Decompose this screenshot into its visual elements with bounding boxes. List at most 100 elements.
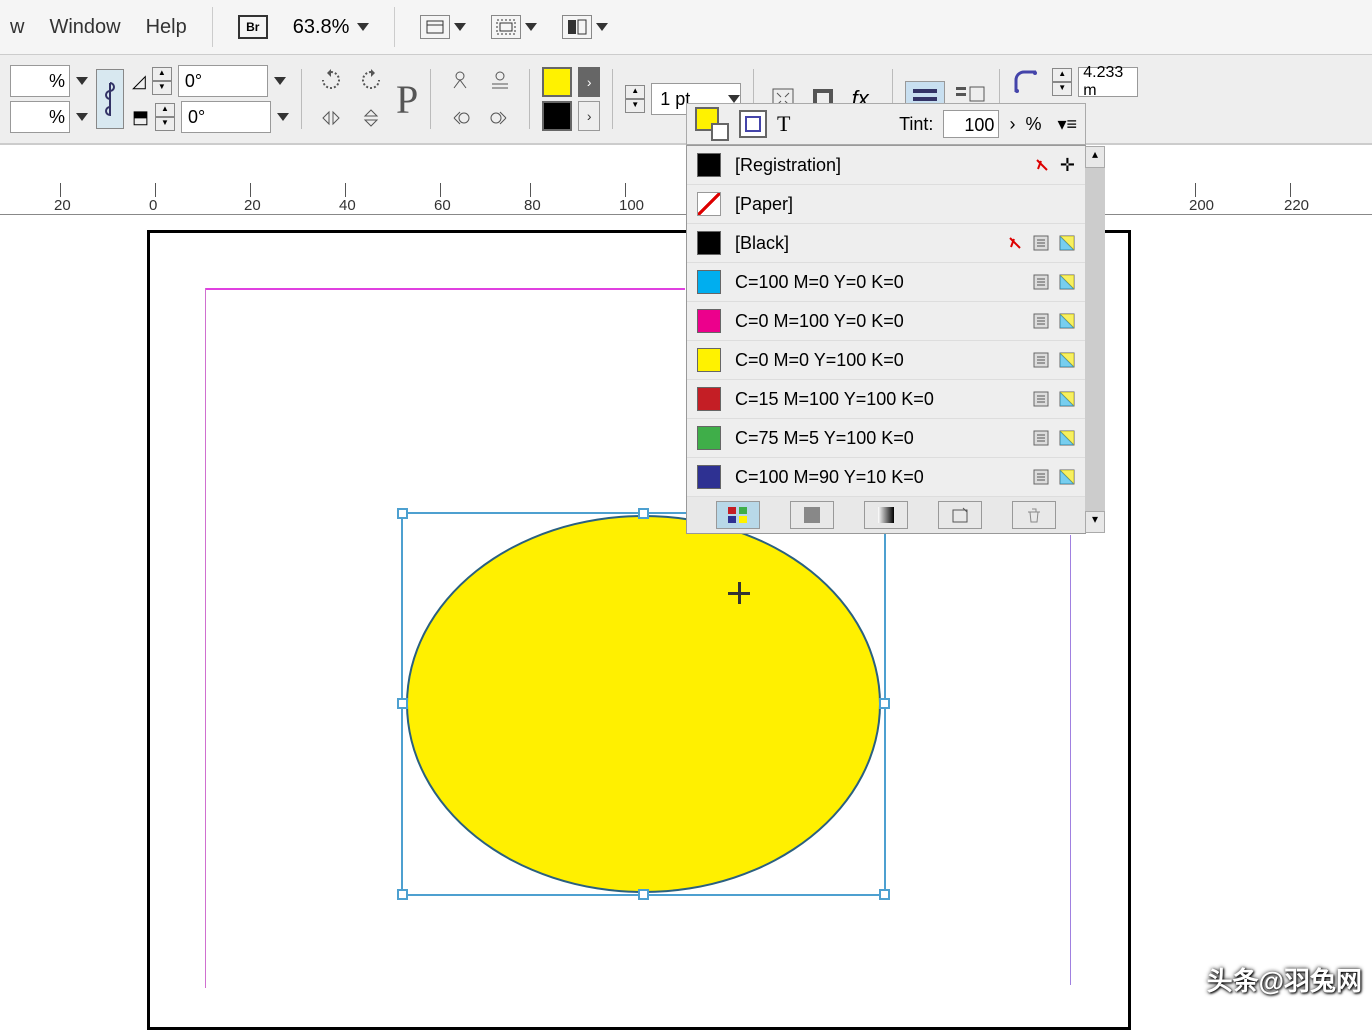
resize-handle[interactable] (638, 508, 649, 519)
resize-handle[interactable] (397, 698, 408, 709)
swatch-row[interactable]: C=100 M=90 Y=10 K=0 (687, 458, 1085, 497)
resize-handle[interactable] (638, 889, 649, 900)
screen-mode[interactable] (491, 15, 537, 39)
chevron-down-icon (454, 23, 466, 31)
chevron-down-icon (277, 113, 289, 121)
scale-x-input[interactable]: % (10, 65, 70, 97)
bridge-icon[interactable]: Br (238, 15, 268, 39)
swatch-row[interactable]: C=75 M=5 Y=100 K=0 (687, 419, 1085, 458)
rotate-cw-icon[interactable] (354, 63, 388, 97)
stroke-options-button[interactable]: › (578, 101, 600, 131)
swatch-color-icon (697, 270, 721, 294)
menu-view[interactable]: w (10, 16, 24, 39)
process-color-icon (1033, 352, 1049, 368)
paragraph-icon: P (396, 76, 418, 123)
swatch-badges (1033, 352, 1075, 368)
select-next-icon[interactable] (483, 101, 517, 135)
menu-help[interactable]: Help (146, 16, 187, 39)
swatch-name: C=0 M=100 Y=0 K=0 (735, 311, 1019, 332)
registration-icon: ✛ (1060, 155, 1075, 176)
resize-handle[interactable] (397, 508, 408, 519)
arrange-documents[interactable] (562, 15, 608, 39)
fill-color-swatch[interactable] (542, 67, 572, 97)
chevron-down-icon (76, 77, 88, 85)
angle-stepper-top[interactable]: ▲▼ (152, 67, 172, 95)
swatch-popup-header: T Tint: 100 › % ▾≡ (686, 103, 1086, 145)
select-prev-icon[interactable] (443, 101, 477, 135)
select-container-icon[interactable] (443, 63, 477, 97)
panel-menu-icon[interactable]: ▾≡ (1057, 114, 1077, 135)
show-color-swatches-button[interactable] (790, 501, 834, 529)
fill-options-button[interactable]: › (578, 67, 600, 97)
swatch-badges (1033, 391, 1075, 407)
swatch-color-icon (697, 309, 721, 333)
tint-arrow[interactable]: › (1009, 114, 1015, 135)
swatch-badges (1033, 313, 1075, 329)
selection-bounding-box[interactable] (401, 512, 886, 896)
swatch-row[interactable]: [Registration]✛ (687, 146, 1085, 185)
swatch-name: [Paper] (735, 194, 1061, 215)
cmyk-icon (1059, 313, 1075, 329)
chevron-down-icon (76, 113, 88, 121)
formatting-container-icon[interactable] (739, 110, 767, 138)
swatch-badges: ✛ (1034, 155, 1075, 176)
scale-y-input[interactable]: % (10, 101, 70, 133)
scrollbar[interactable]: ▴ ▾ (1085, 146, 1105, 533)
swatch-row[interactable]: C=15 M=100 Y=100 K=0 (687, 380, 1085, 419)
swatch-color-icon (697, 153, 721, 177)
delete-swatch-button[interactable] (1012, 501, 1056, 529)
coord-stepper[interactable]: ▲▼ (1052, 68, 1072, 96)
process-color-icon (1033, 391, 1049, 407)
swatch-name: C=75 M=5 Y=100 K=0 (735, 428, 1019, 449)
angle-stepper-bottom[interactable]: ▲▼ (155, 103, 175, 131)
swatch-row[interactable]: C=0 M=100 Y=0 K=0 (687, 302, 1085, 341)
stroke-weight-stepper[interactable]: ▲▼ (625, 85, 645, 113)
scroll-down-button[interactable]: ▾ (1085, 511, 1105, 533)
swatch-name: C=0 M=0 Y=100 K=0 (735, 350, 1019, 371)
swatch-name: C=100 M=90 Y=10 K=0 (735, 467, 1019, 488)
show-all-swatches-button[interactable] (716, 501, 760, 529)
show-gradient-swatches-button[interactable] (864, 501, 908, 529)
chevron-down-icon (525, 23, 537, 31)
resize-handle[interactable] (879, 889, 890, 900)
swatch-badges (1033, 274, 1075, 290)
menu-window[interactable]: Window (49, 16, 120, 39)
view-options-1[interactable] (420, 15, 466, 39)
select-content-icon[interactable] (483, 63, 517, 97)
watermark: 头条@羽兔网 (1207, 961, 1362, 998)
new-swatch-button[interactable] (938, 501, 982, 529)
swatch-row[interactable]: [Paper] (687, 185, 1085, 224)
tint-input[interactable]: 100 (943, 110, 999, 138)
process-color-icon (1033, 274, 1049, 290)
rotate-icon: ◿ (132, 71, 146, 92)
margin-guide (205, 288, 206, 988)
fill-stroke-proxy[interactable] (695, 107, 729, 141)
process-color-icon (1033, 235, 1049, 251)
swatch-color-icon (697, 426, 721, 450)
resize-handle[interactable] (879, 698, 890, 709)
flip-horizontal-icon[interactable] (314, 101, 348, 135)
cmyk-icon (1059, 469, 1075, 485)
non-editable-icon (1007, 235, 1023, 251)
swatch-badges (1007, 235, 1075, 251)
scroll-up-button[interactable]: ▴ (1085, 146, 1105, 168)
coord-x-input[interactable]: 4.233 m (1078, 67, 1138, 97)
stroke-color-swatch[interactable] (542, 101, 572, 131)
tint-label: Tint: (899, 114, 933, 135)
resize-handle[interactable] (397, 889, 408, 900)
chevron-down-icon (357, 23, 369, 31)
flip-vertical-icon[interactable] (354, 101, 388, 135)
swatch-row[interactable]: C=0 M=0 Y=100 K=0 (687, 341, 1085, 380)
constrain-proportions-icon[interactable] (96, 69, 124, 129)
swatch-name: [Black] (735, 233, 993, 254)
rotate-ccw-icon[interactable] (314, 63, 348, 97)
corner-options-icon[interactable] (1012, 65, 1046, 99)
formatting-text-icon[interactable]: T (777, 111, 790, 137)
swatch-color-icon (697, 192, 721, 216)
swatch-row[interactable]: [Black] (687, 224, 1085, 263)
zoom-level[interactable]: 63.8% (293, 16, 370, 39)
swatch-row[interactable]: C=100 M=0 Y=0 K=0 (687, 263, 1085, 302)
swatch-name: C=100 M=0 Y=0 K=0 (735, 272, 1019, 293)
shear-angle-input[interactable]: 0° (181, 101, 271, 133)
rotation-angle-input[interactable]: 0° (178, 65, 268, 97)
